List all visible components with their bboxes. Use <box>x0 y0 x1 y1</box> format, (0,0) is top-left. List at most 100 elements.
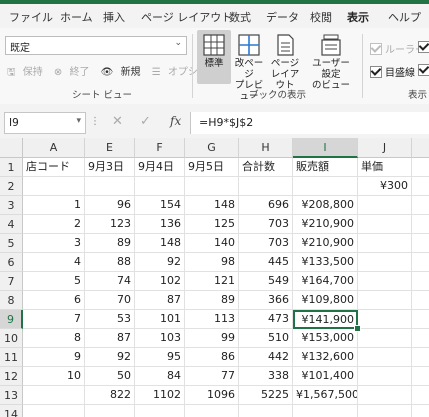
cell-f14[interactable] <box>135 405 185 417</box>
cell-j11[interactable] <box>358 348 412 367</box>
cell-k13[interactable] <box>412 386 429 405</box>
cell-h1[interactable]: 合計数 <box>239 158 293 177</box>
cell-a3[interactable]: 1 <box>23 196 85 215</box>
cell-g3[interactable]: 148 <box>185 196 239 215</box>
cell-j2[interactable]: ¥300 <box>358 177 412 196</box>
cell-a7[interactable]: 5 <box>23 272 85 291</box>
column-header-j[interactable]: J <box>358 138 412 158</box>
tab-help[interactable]: ヘルプ <box>388 9 421 25</box>
tab-data[interactable]: データ <box>266 9 299 25</box>
tab-insert[interactable]: 挿入 <box>103 9 125 25</box>
cell-i13[interactable]: ¥1,567,500 <box>293 386 358 405</box>
cell-h9[interactable]: 473 <box>239 310 293 329</box>
cell-i14[interactable] <box>293 405 358 417</box>
cell-f5[interactable]: 148 <box>135 234 185 253</box>
cell-i2[interactable] <box>293 177 358 196</box>
new-button[interactable]: 👁 新規 <box>101 67 145 78</box>
custom-views-button[interactable]: ユーザー設定 のビュー <box>309 30 353 91</box>
cell-f3[interactable]: 154 <box>135 196 185 215</box>
cell-a12[interactable]: 10 <box>23 367 85 386</box>
cell-f7[interactable]: 102 <box>135 272 185 291</box>
row-header-14[interactable]: 14 <box>0 405 23 417</box>
cell-g8[interactable]: 89 <box>185 291 239 310</box>
active-cell[interactable]: ¥141,900 <box>293 310 358 329</box>
cell-k5[interactable] <box>412 234 429 253</box>
cell-e1[interactable]: 9月3日 <box>85 158 135 177</box>
tab-formulas[interactable]: 数式 <box>229 9 251 25</box>
cell-h8[interactable]: 366 <box>239 291 293 310</box>
cell-j5[interactable] <box>358 234 412 253</box>
cell-a13[interactable] <box>23 386 85 405</box>
cell-e14[interactable] <box>85 405 135 417</box>
cell-g2[interactable] <box>185 177 239 196</box>
cell-k8[interactable] <box>412 291 429 310</box>
cell-k3[interactable] <box>412 196 429 215</box>
cell-f8[interactable]: 87 <box>135 291 185 310</box>
cell-e3[interactable]: 96 <box>85 196 135 215</box>
cell-j6[interactable] <box>358 253 412 272</box>
cell-i12[interactable]: ¥101,400 <box>293 367 358 386</box>
cell-e2[interactable] <box>85 177 135 196</box>
cell-f1[interactable]: 9月4日 <box>135 158 185 177</box>
row-header-3[interactable]: 3 <box>0 196 23 215</box>
exit-button[interactable]: ⊗ 終了 <box>54 67 94 78</box>
cell-i4[interactable]: ¥210,900 <box>293 215 358 234</box>
select-all-button[interactable] <box>0 138 23 158</box>
cell-g7[interactable]: 121 <box>185 272 239 291</box>
row-header-9[interactable]: 9 <box>0 310 23 329</box>
cell-h3[interactable]: 696 <box>239 196 293 215</box>
cell-a2[interactable] <box>23 177 85 196</box>
column-header-next[interactable] <box>412 138 429 158</box>
cell-j13[interactable] <box>358 386 412 405</box>
column-header-g[interactable]: G <box>185 138 239 158</box>
column-header-e[interactable]: E <box>85 138 135 158</box>
row-header-4[interactable]: 4 <box>0 215 23 234</box>
cell-f6[interactable]: 92 <box>135 253 185 272</box>
row-header-13[interactable]: 13 <box>0 386 23 405</box>
cell-j1[interactable]: 単価 <box>358 158 412 177</box>
cell-e13[interactable]: 822 <box>85 386 135 405</box>
cell-e9[interactable]: 53 <box>85 310 135 329</box>
cell-k10[interactable] <box>412 329 429 348</box>
cell-a6[interactable]: 4 <box>23 253 85 272</box>
cell-g12[interactable]: 77 <box>185 367 239 386</box>
cell-h10[interactable]: 510 <box>239 329 293 348</box>
cell-h13[interactable]: 5225 <box>239 386 293 405</box>
cell-i3[interactable]: ¥208,800 <box>293 196 358 215</box>
cancel-icon[interactable]: ✕ <box>112 114 123 129</box>
ruler-checkbox[interactable]: ルーラー <box>370 41 425 56</box>
cell-g9[interactable]: 113 <box>185 310 239 329</box>
cell-j4[interactable] <box>358 215 412 234</box>
cell-a14[interactable] <box>23 405 85 417</box>
cell-h7[interactable]: 549 <box>239 272 293 291</box>
tab-view[interactable]: 表示 <box>347 9 369 25</box>
cell-i10[interactable]: ¥153,000 <box>293 329 358 348</box>
keep-button[interactable]: 🖫 保持 <box>7 67 47 78</box>
cell-e12[interactable]: 50 <box>85 367 135 386</box>
cell-a9[interactable]: 7 <box>23 310 85 329</box>
fill-handle[interactable] <box>354 325 361 332</box>
cell-i5[interactable]: ¥210,900 <box>293 234 358 253</box>
row-header-7[interactable]: 7 <box>0 272 23 291</box>
cell-h12[interactable]: 338 <box>239 367 293 386</box>
row-header-11[interactable]: 11 <box>0 348 23 367</box>
cell-f12[interactable]: 84 <box>135 367 185 386</box>
cell-j7[interactable] <box>358 272 412 291</box>
cell-f4[interactable]: 136 <box>135 215 185 234</box>
cell-f13[interactable]: 1102 <box>135 386 185 405</box>
cell-h11[interactable]: 442 <box>239 348 293 367</box>
cell-k12[interactable] <box>412 367 429 386</box>
cell-e11[interactable]: 92 <box>85 348 135 367</box>
column-header-i[interactable]: I <box>293 138 358 158</box>
tab-review[interactable]: 校閲 <box>310 9 332 25</box>
cell-k7[interactable] <box>412 272 429 291</box>
row-header-2[interactable]: 2 <box>0 177 23 196</box>
cell-e8[interactable]: 70 <box>85 291 135 310</box>
cell-g10[interactable]: 99 <box>185 329 239 348</box>
cell-i8[interactable]: ¥109,800 <box>293 291 358 310</box>
enter-icon[interactable]: ✓ <box>140 114 151 129</box>
cell-f10[interactable]: 103 <box>135 329 185 348</box>
cell-a8[interactable]: 6 <box>23 291 85 310</box>
cell-j10[interactable] <box>358 329 412 348</box>
row-header-12[interactable]: 12 <box>0 367 23 386</box>
